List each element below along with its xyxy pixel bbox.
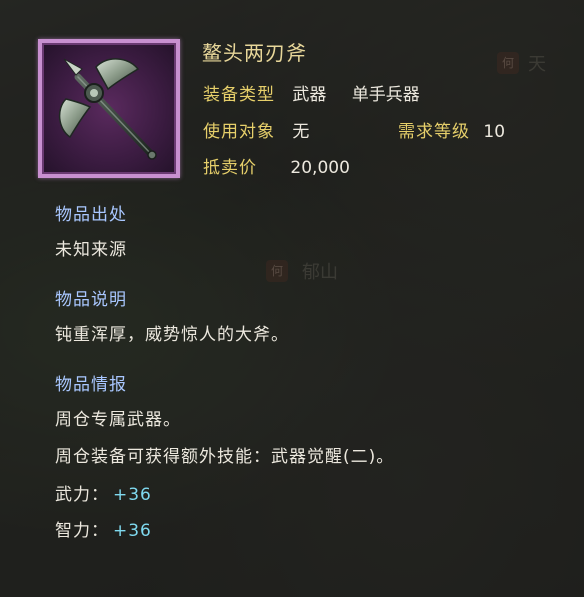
stat-label: 智力： — [55, 521, 109, 541]
stat-label: 武力： — [55, 485, 109, 505]
source-heading: 物品出处 — [55, 205, 127, 225]
item-name: 鳌头两刃斧 — [202, 41, 307, 65]
req-level-row: 需求等级 10 — [398, 117, 505, 142]
description-heading: 物品说明 — [55, 290, 127, 310]
equip-subtype-value: 单手兵器 — [351, 85, 420, 105]
user-row: 使用对象 无 — [203, 117, 309, 142]
equip-type-row: 装备类型 武器 单手兵器 — [203, 80, 420, 105]
price-value: 20,000 — [290, 158, 350, 178]
user-value: 无 — [292, 122, 310, 142]
stat-value: +36 — [113, 485, 152, 505]
item-tooltip-panel: 鳌头两刃斧 装备类型 武器 单手兵器 使用对象 无 需求等级 10 抵卖价 20… — [0, 0, 584, 597]
item-icon-frame — [38, 39, 180, 178]
req-level-value: 10 — [483, 122, 506, 142]
source-text: 未知来源 — [55, 240, 127, 260]
equip-type-value: 武器 — [292, 85, 327, 105]
user-label: 使用对象 — [203, 122, 275, 142]
req-level-label: 需求等级 — [398, 122, 470, 142]
price-label: 抵卖价 — [203, 158, 257, 178]
stat-value: +36 — [113, 521, 152, 541]
price-row: 抵卖价 20,000 — [203, 153, 350, 178]
stat-row-intelligence: 智力： +36 — [55, 516, 152, 541]
battle-axe-icon — [58, 58, 157, 160]
info-heading: 物品情报 — [55, 375, 127, 395]
description-text: 钝重浑厚，威势惊人的大斧。 — [55, 325, 289, 345]
info-line: 周仓装备可获得额外技能：武器觉醒(二)。 — [55, 447, 395, 467]
info-line: 周仓专属武器。 — [55, 410, 181, 430]
stat-row-strength: 武力： +36 — [55, 480, 152, 505]
equip-type-label: 装备类型 — [203, 85, 275, 105]
